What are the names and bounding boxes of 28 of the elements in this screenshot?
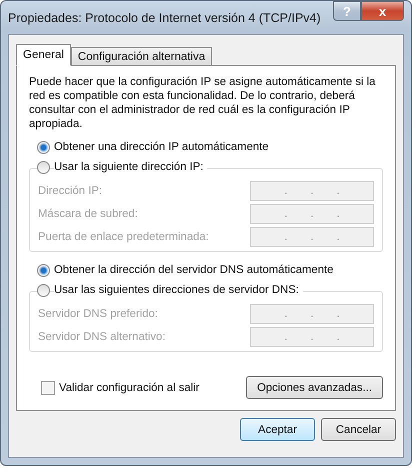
radio-option[interactable]: Obtener la dirección del servidor DNS automáticamente xyxy=(29,260,383,280)
radio-button[interactable] xyxy=(37,160,50,174)
description-text: Puede hacer que la configuración IP se asigne automáticamente si la red es compatible con esta funcionalidad. De lo contrario, deberá consultar con el administrador de red cuál es la configuración IP apropiada. xyxy=(29,75,376,131)
radio-label: Usar la siguiente dirección IP: xyxy=(54,161,208,173)
radio-button[interactable] xyxy=(37,264,50,276)
checkbox-option[interactable]: Validar configuración al salir xyxy=(41,378,200,398)
radio-option[interactable]: Usar las siguientes direcciones de servidor DNS: xyxy=(29,280,383,300)
field-label: Dirección IP: xyxy=(38,185,102,197)
window-title: Propiedades: Protocolo de Internet versión 4 (TCP/IPv4) xyxy=(8,10,321,24)
radio-label: Usar las siguientes direcciones de servidor DNS: xyxy=(54,284,303,296)
radio-option[interactable]: Obtener una dirección IP automáticamente xyxy=(29,137,383,157)
field-label: Máscara de subred: xyxy=(38,208,138,220)
tab[interactable]: Configuración alternativa xyxy=(70,47,212,66)
checkbox-label: Validar configuración al salir xyxy=(59,382,200,394)
cancel-button[interactable]: Cancelar xyxy=(321,418,396,441)
radio-label: Obtener la dirección del servidor DNS automáticamente xyxy=(54,264,334,276)
radio-label: Obtener una dirección IP automáticamente xyxy=(54,141,269,153)
ok-button[interactable]: Aceptar xyxy=(240,418,315,441)
radio-option[interactable]: Usar la siguiente dirección IP: xyxy=(29,157,383,177)
radio-button[interactable] xyxy=(37,140,50,154)
field-label: Servidor DNS alternativo: xyxy=(38,331,166,343)
radio-button[interactable] xyxy=(37,284,50,296)
advanced-options-button[interactable]: Opciones avanzadas... xyxy=(246,376,383,399)
field-label: Servidor DNS preferido: xyxy=(38,308,158,320)
field-label: Puerta de enlace predeterminada: xyxy=(38,231,209,243)
tab[interactable]: General xyxy=(16,44,71,66)
close-button[interactable]: x xyxy=(361,1,404,21)
checkbox[interactable] xyxy=(41,380,55,394)
